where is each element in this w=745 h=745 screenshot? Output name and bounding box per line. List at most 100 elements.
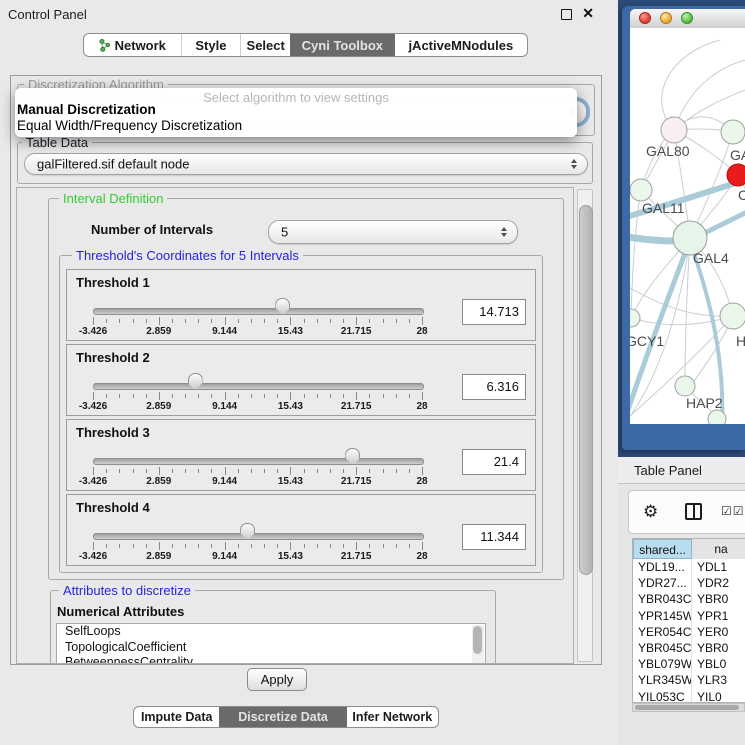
table-row[interactable]: YLR345WYLR3 [633, 672, 745, 688]
network-node-node-b[interactable] [708, 410, 726, 424]
slider-tick [277, 319, 278, 323]
select-columns-checkboxes-icon[interactable]: ☑☑ [721, 504, 745, 518]
tab-jactivemnodules[interactable]: jActiveMNodules [395, 34, 527, 56]
network-node-node-h[interactable] [720, 303, 745, 329]
network-node-gal80[interactable] [661, 117, 687, 143]
thresholds-group-title: Threshold's Coordinates for 5 Intervals [72, 248, 303, 263]
tab-discretize-data[interactable]: Discretize Data [219, 707, 346, 727]
slider-tick [225, 467, 226, 475]
network-window-titlebar[interactable] [630, 9, 745, 29]
network-node-gcy1[interactable] [630, 309, 640, 327]
interval-definition-group: Interval Definition Number of Intervals … [48, 198, 564, 580]
column-header-shared-[interactable]: shared... [633, 539, 692, 559]
close-icon[interactable]: ✕ [582, 5, 594, 22]
scrollbar-thumb[interactable] [579, 205, 593, 575]
attribute-item-betweennesscentrality[interactable]: BetweennessCentrality [57, 655, 485, 664]
slider-tick [172, 544, 173, 548]
network-node-hap2[interactable] [675, 376, 695, 396]
table-horizontal-scrollbar[interactable] [632, 703, 745, 712]
slider-tick [330, 394, 331, 398]
table-cell: YBR0 [692, 640, 745, 656]
table-row[interactable]: YBR043CYBR0 [633, 591, 745, 607]
table-row[interactable]: YDR27...YDR2 [633, 575, 745, 591]
network-node-gal11[interactable] [630, 179, 652, 201]
table-row[interactable]: YPR145WYPR1 [633, 608, 745, 624]
slider-tick [133, 394, 134, 398]
threshold-value-input[interactable]: 14.713 [462, 299, 526, 325]
apply-button[interactable]: Apply [247, 668, 307, 691]
tab-select[interactable]: Select [240, 34, 290, 56]
interval-group-title: Interval Definition [59, 191, 167, 206]
table-row[interactable]: YER054CYER0 [633, 624, 745, 640]
settings-vertical-scrollbar[interactable] [577, 189, 593, 662]
slider-tick [106, 319, 107, 323]
tab-cyni-toolbox[interactable]: Cyni Toolbox [290, 34, 395, 56]
column-header-na[interactable]: na [692, 539, 745, 559]
attribute-item-topologicalcoefficient[interactable]: TopologicalCoefficient [57, 640, 485, 656]
gear-icon[interactable]: ⚙ [643, 502, 658, 522]
scrollbar-thumb[interactable] [473, 626, 482, 654]
close-traffic-light-icon[interactable] [639, 12, 651, 24]
network-node-node-a[interactable] [721, 120, 745, 144]
threshold-box-4: Threshold 4-3.4262.8599.14415.4321.71528… [66, 494, 536, 566]
threshold-slider-track[interactable] [93, 533, 424, 540]
slider-tick-label: 15.43 [278, 476, 303, 487]
table-data-combo[interactable]: galFiltered.sif default node [24, 153, 588, 175]
table-row[interactable]: YDL19...YDL1 [633, 559, 745, 575]
slider-tick [409, 469, 410, 473]
slider-tick [238, 469, 239, 473]
threshold-box-3: Threshold 3-3.4262.8599.14415.4321.71528… [66, 419, 536, 491]
columns-icon[interactable] [685, 503, 702, 520]
scrollbar-thumb[interactable] [635, 705, 739, 710]
tab-style[interactable]: Style [181, 34, 241, 56]
slider-tick [330, 319, 331, 323]
list-vertical-scrollbar[interactable] [472, 625, 484, 664]
tab-impute-data[interactable]: Impute Data [134, 707, 219, 727]
slider-tick [290, 467, 291, 475]
threshold-value-input[interactable]: 6.316 [462, 374, 526, 400]
threshold-value-input[interactable]: 11.344 [462, 524, 526, 550]
slider-tick-label: 15.43 [278, 401, 303, 412]
threshold-value-input[interactable]: 21.4 [462, 449, 526, 475]
network-node-node-red[interactable] [727, 164, 745, 186]
slider-tick [133, 469, 134, 473]
num-intervals-combo[interactable]: 5 [268, 220, 518, 244]
table-row[interactable]: YBR045CYBR0 [633, 640, 745, 656]
slider-tick [106, 469, 107, 473]
network-canvas[interactable]: GAL80GACGAL11GAL4GCY1HHAP2 [630, 28, 745, 424]
thresholds-group: Threshold's Coordinates for 5 Intervals … [59, 255, 543, 573]
slider-tick [383, 544, 384, 548]
slider-tick-label: -3.426 [79, 326, 107, 337]
threshold-slider-track[interactable] [93, 383, 424, 390]
threshold-slider-track[interactable] [93, 308, 424, 315]
algorithm-option-equal-width-frequency-discretization[interactable]: Equal Width/Frequency Discretization [17, 118, 242, 133]
numerical-attributes-label: Numerical Attributes [57, 604, 184, 619]
threshold-slider-track[interactable] [93, 458, 424, 465]
tab-network[interactable]: Network [84, 34, 181, 56]
slider-tick-label: 9.144 [212, 401, 237, 412]
table-cell: YLR345W [633, 672, 692, 688]
minimize-traffic-light-icon[interactable] [660, 12, 672, 24]
table-row[interactable]: YIL053CYIL0 [633, 689, 745, 704]
attributes-list: SelfLoopsTopologicalCoefficientBetweenne… [56, 623, 486, 664]
slider-tick-label: 2.859 [146, 401, 171, 412]
algorithm-option-manual-discretization[interactable]: Manual Discretization [17, 102, 156, 117]
table-row[interactable]: YBL079WYBL0 [633, 656, 745, 672]
table-cell: YER0 [692, 624, 745, 640]
table-panel-toolbar: ⚙ ☑☑ [628, 490, 745, 534]
attribute-item-selfloops[interactable]: SelfLoops [57, 624, 485, 640]
table-cell: YIL0 [692, 689, 745, 704]
tab-infer-network[interactable]: Infer Network [347, 707, 438, 727]
slider-tick-label: 9.144 [212, 326, 237, 337]
table-cell: YBL0 [692, 656, 745, 672]
slider-tick [369, 394, 370, 398]
zoom-traffic-light-icon[interactable] [681, 12, 693, 24]
slider-tick-label: 15.43 [278, 551, 303, 562]
slider-tick [106, 394, 107, 398]
table-cell: YDR27... [633, 575, 692, 591]
float-window-icon[interactable] [561, 9, 572, 20]
panel-title: Control Panel [8, 7, 87, 22]
slider-tick [159, 317, 160, 325]
table-cell: YDL1 [692, 559, 745, 575]
network-edge [662, 40, 720, 130]
